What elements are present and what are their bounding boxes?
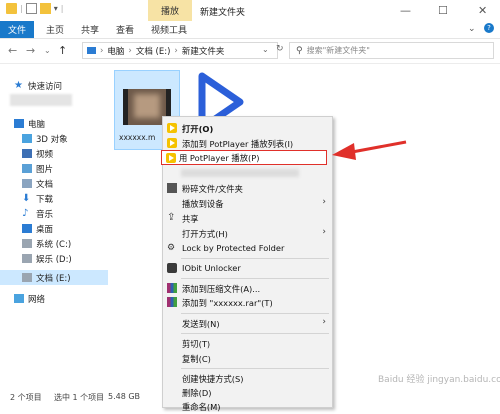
menu-item-rename[interactable]: 重命名(M)	[163, 399, 332, 414]
menu-item-add-to-archive[interactable]: 添加到压缩文件(A)...	[163, 281, 332, 296]
menu-item-shred[interactable]: 粉碎文件/文件夹	[163, 181, 332, 196]
menu-item-create-shortcut[interactable]: 创建快捷方式(S)	[163, 371, 332, 386]
winrar-icon	[167, 283, 177, 293]
menu-item-delete[interactable]: 删除(D)	[163, 385, 332, 400]
selected-count: 选中 1 个项目	[54, 393, 105, 402]
tab-share[interactable]: 共享	[76, 21, 104, 38]
shred-icon	[167, 183, 177, 193]
cube-icon	[22, 134, 32, 143]
download-icon: ⬇	[22, 193, 31, 204]
help-icon[interactable]: ?	[484, 23, 494, 33]
context-menu: 打开(O) 添加到 PotPlayer 播放列表(I) 用 PotPlayer …	[161, 116, 333, 412]
menu-item-play-with-potplayer[interactable]: 用 PotPlayer 播放(P)	[161, 150, 327, 165]
menu-separator	[181, 333, 329, 334]
search-placeholder: 搜索"新建文件夹"	[306, 46, 370, 55]
menu-item-cast-to-device[interactable]: 播放到设备 ›	[163, 196, 332, 211]
menu-item-send-to[interactable]: 发送到(N) ›	[163, 316, 332, 331]
star-icon: ★	[14, 80, 23, 91]
blurred-item	[10, 94, 72, 106]
potplayer-icon	[167, 123, 177, 133]
qa-dropdown-icon[interactable]: ▾	[54, 4, 58, 13]
menu-separator	[181, 258, 329, 259]
recent-locations-icon[interactable]: ⌄	[44, 46, 51, 55]
refresh-icon[interactable]: ↻	[276, 44, 284, 54]
menu-item-add-to-rar[interactable]: 添加到 "xxxxxx.rar"(T)	[163, 295, 332, 310]
unlocker-icon	[167, 263, 177, 273]
file-name: xxxxxx.m	[119, 133, 156, 142]
annotation-arrow	[332, 140, 407, 160]
address-dropdown-icon[interactable]: ⌄	[262, 45, 269, 54]
menu-item-cut[interactable]: 剪切(T)	[163, 336, 332, 351]
winrar-icon	[167, 297, 177, 307]
breadcrumb-separator: ›	[128, 45, 132, 56]
maximize-button[interactable]: ☐	[438, 4, 448, 17]
navigation-pane: ★ 快速访问 电脑 3D 对象 视频 图片 文档 ⬇ 下载 ♪ 音乐 桌面 系统…	[0, 64, 126, 386]
breadcrumb-drive-e[interactable]: 文档 (E:)	[136, 45, 171, 57]
nav-item-network[interactable]: 网络	[0, 291, 118, 306]
new-folder-icon[interactable]	[39, 3, 51, 14]
nav-item-pc[interactable]: 电脑	[0, 116, 118, 131]
tab-view[interactable]: 查看	[111, 21, 139, 38]
submenu-arrow-icon: ›	[322, 227, 326, 237]
menu-separator	[181, 278, 329, 279]
pc-icon	[87, 47, 96, 54]
potplayer-icon	[166, 153, 176, 163]
nav-item-quick-access[interactable]: ★ 快速访问	[0, 78, 118, 93]
desktop-icon	[22, 224, 32, 233]
submenu-arrow-icon: ›	[322, 317, 326, 327]
address-bar[interactable]: › 电脑 › 文档 (E:) › 新建文件夹	[82, 42, 278, 59]
window-title: 新建文件夹	[200, 8, 246, 18]
breadcrumb-separator: ›	[100, 45, 104, 56]
search-icon: ⚲	[296, 45, 303, 56]
breadcrumb-separator: ›	[174, 45, 178, 56]
item-count: 2 个项目	[10, 393, 42, 402]
document-folder-icon	[22, 179, 32, 188]
quick-access-toolbar: | ▾ |	[6, 3, 63, 14]
search-input[interactable]: ⚲ 搜索"新建文件夹"	[289, 42, 494, 59]
title-bar: | ▾ | 播放 新建文件夹 — ☐ ✕	[0, 0, 500, 21]
menu-item-open[interactable]: 打开(O)	[163, 121, 332, 136]
folder-icon[interactable]	[6, 3, 17, 14]
ribbon-tabs: 文件 主页 共享 查看 视频工具 ⌄ ?	[0, 21, 500, 39]
back-icon[interactable]: ←	[8, 44, 17, 57]
minimize-button[interactable]: —	[400, 4, 411, 17]
selected-size: 5.48 GB	[108, 392, 141, 401]
menu-item-share[interactable]: ⇪ 共享	[163, 211, 332, 226]
submenu-arrow-icon: ›	[322, 197, 326, 207]
menu-item-iobit-unlocker[interactable]: IObit Unlocker	[163, 261, 332, 276]
ribbon-expand-icon[interactable]: ⌄	[468, 24, 476, 34]
close-button[interactable]: ✕	[478, 4, 487, 17]
properties-icon[interactable]	[25, 3, 37, 14]
separator: |	[60, 4, 64, 13]
menu-separator	[181, 368, 329, 369]
drive-icon	[22, 239, 32, 248]
pc-icon	[14, 119, 24, 128]
breadcrumb-folder[interactable]: 新建文件夹	[182, 45, 225, 57]
menu-item-lock-protected-folder[interactable]: ⚙ Lock by Protected Folder	[163, 241, 332, 256]
menu-separator	[181, 313, 329, 314]
drive-icon	[22, 254, 32, 263]
tab-file[interactable]: 文件	[0, 21, 34, 38]
breadcrumb-pc[interactable]: 电脑	[107, 45, 124, 57]
picture-folder-icon	[22, 164, 32, 173]
music-icon: ♪	[22, 208, 29, 219]
network-icon	[14, 294, 24, 303]
forward-icon[interactable]: →	[26, 44, 35, 57]
up-icon[interactable]: ↑	[58, 44, 67, 57]
tab-video-tools[interactable]: 视频工具	[146, 21, 192, 38]
menu-item-add-to-playlist[interactable]: 添加到 PotPlayer 播放列表(I)	[163, 136, 332, 151]
separator: |	[20, 4, 23, 13]
blurred-item	[181, 169, 299, 177]
drive-icon	[22, 273, 32, 282]
tab-home[interactable]: 主页	[41, 21, 69, 38]
watermark: Baidu 经验 jingyan.baidu.com	[378, 375, 500, 385]
context-tab-play[interactable]: 播放	[148, 0, 192, 21]
share-icon: ⇪	[167, 212, 176, 223]
menu-item-open-with[interactable]: 打开方式(H) ›	[163, 226, 332, 241]
lock-icon: ⚙	[167, 243, 176, 253]
video-folder-icon	[22, 149, 32, 158]
potplayer-icon	[167, 138, 177, 148]
blurred-thumbnail	[134, 94, 160, 118]
menu-item-copy[interactable]: 复制(C)	[163, 351, 332, 366]
